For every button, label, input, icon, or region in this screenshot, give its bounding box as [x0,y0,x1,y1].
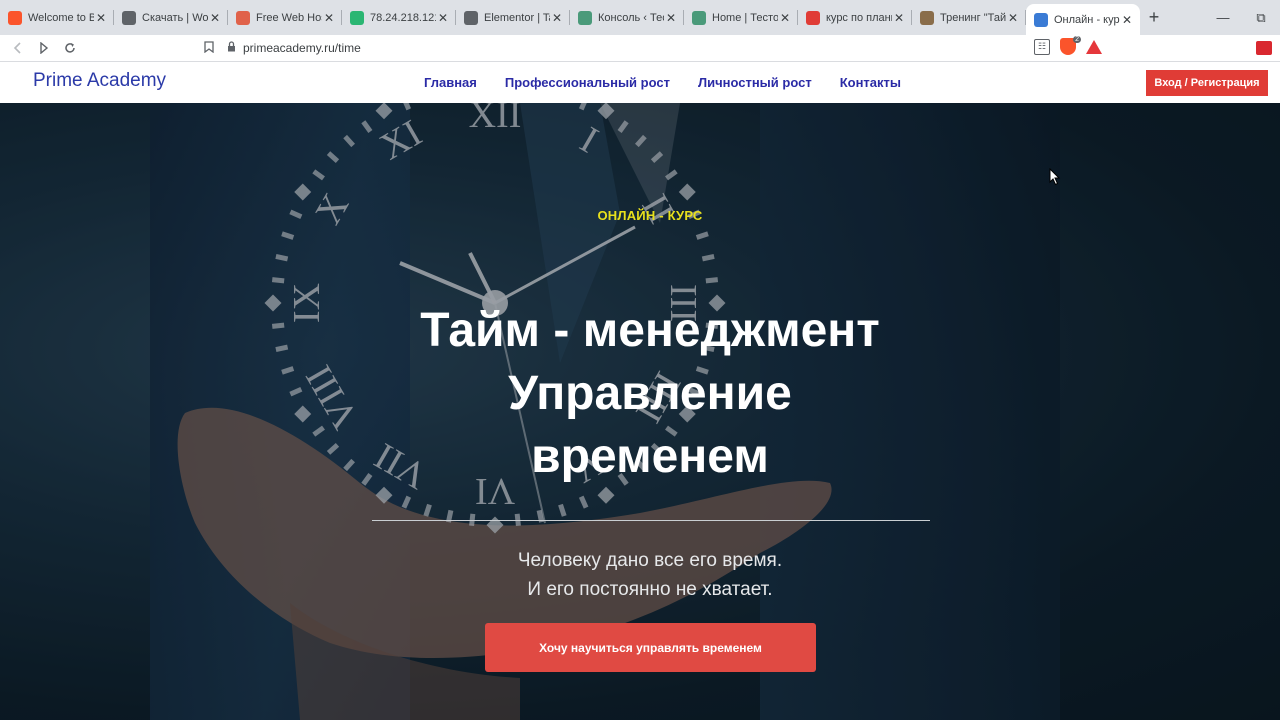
wordpress-icon [692,10,706,25]
browser-tab[interactable]: Home | Тестов ✕ [684,0,798,35]
tab-close-icon[interactable]: ✕ [550,11,564,25]
main-menu: Главная Профессиональный рост Личностный… [410,75,915,90]
reload-icon [65,43,75,53]
forward-arrow-icon [40,42,49,54]
tab-title: Free Web Host [256,11,322,24]
training-icon [920,10,934,25]
hero-headline: Тайм - менеджмент Управление временем [300,299,1000,488]
brave-icon [8,10,22,25]
browser-tab[interactable]: Онлайн - курс ✕ [1026,4,1140,35]
bookmark-icon[interactable] [199,40,219,56]
cta-button[interactable]: Хочу научиться управлять временем [485,623,816,672]
back-button[interactable] [5,36,31,60]
tab-close-icon[interactable]: ✕ [208,11,222,25]
menu-item-contacts[interactable]: Контакты [840,75,901,90]
browser-tab[interactable]: Free Web Host✕ [228,0,342,35]
wordpress-icon [578,10,592,25]
hero-section: XII I II III IIII V VI VII VIII IX X XI ОНЛАЙН - КУ… [0,103,1280,720]
subtitle-line-2: И его постоянно не хватает. [527,579,773,600]
browser-tab[interactable]: Elementor | Ta ✕ [456,0,570,35]
url-text: primeacademy.ru/time [243,41,361,55]
reload-button[interactable] [57,36,83,60]
minimize-icon[interactable]: — [1204,0,1242,35]
yandex-icon [806,10,820,25]
tab-title: Скачать | Word [142,11,208,24]
menu-item-professional[interactable]: Профессиональный рост [505,75,670,90]
tab-title: Welcome to Br [28,11,94,24]
tab-close-icon[interactable]: ✕ [664,11,678,25]
browser-tab[interactable]: Скачать | Word✕ [114,0,228,35]
translate-icon[interactable]: ☷ [1034,38,1050,55]
site-logo[interactable]: Prime Academy [33,70,166,92]
panel-icon [350,10,364,25]
browser-tab[interactable]: Welcome to Br ✕ [0,0,114,35]
tab-title: Тренинг "Тайм [940,11,1006,24]
site-icon [1034,12,1048,27]
tab-title: курс по плани [826,11,892,24]
hero-kicker: ОНЛАЙН - КУРС [597,208,703,223]
wordpress-icon [122,10,136,25]
subtitle-line-1: Человеку дано все его время. [517,550,783,571]
browser-tab-strip: Welcome to Br✕Скачать | Word✕Free Web Ho… [0,0,1280,35]
browser-tab[interactable]: 78.24.218.121:8✕ [342,0,456,35]
tab-close-icon[interactable]: ✕ [1120,13,1134,27]
tab-title: Elementor | Ta [484,11,550,24]
hosting-icon [236,10,250,25]
site-header: Prime Academy Главная Профессиональный р… [0,62,1280,103]
tab-list: Welcome to Br✕Скачать | Word✕Free Web Ho… [0,0,1140,35]
tab-close-icon[interactable]: ✕ [436,11,450,25]
extension-icon[interactable] [1256,41,1272,55]
tab-title: 78.24.218.121:8 [370,11,436,24]
tab-close-icon[interactable]: ✕ [1006,11,1020,25]
hero-divider [372,520,930,521]
login-register-button[interactable]: Вход / Регистрация [1146,70,1268,96]
mouse-cursor-icon [1049,168,1061,186]
restore-icon[interactable]: ⧉ [1242,0,1280,35]
window-controls: — ⧉ [1204,0,1280,35]
extensions-area: ☷ 2 [1034,36,1102,55]
menu-item-home[interactable]: Главная [424,75,477,90]
browser-toolbar: primeacademy.ru/time ☷ 2 [0,35,1280,62]
tab-title: Home | Тестов [712,11,778,24]
headline-line-3: временем [531,430,769,483]
back-arrow-icon [13,42,21,54]
browser-tab[interactable]: Консоль ‹ Тест✕ [570,0,684,35]
browser-tab[interactable]: Тренинг "Тайм✕ [912,0,1026,35]
lock-icon [223,41,239,55]
forward-button[interactable] [31,36,57,60]
menu-item-personal[interactable]: Личностный рост [698,75,812,90]
hero-subtitle: Человеку дано все его время. И его посто… [350,546,950,604]
tab-close-icon[interactable]: ✕ [322,11,336,25]
tab-title: Онлайн - курс [1054,13,1120,26]
tab-title: Консоль ‹ Тест [598,11,664,24]
address-bar[interactable]: primeacademy.ru/time [223,37,1103,59]
tab-close-icon[interactable]: ✕ [94,11,108,25]
browser-tab[interactable]: курс по плани ✕ [798,0,912,35]
headline-line-1: Тайм - менеджмент [420,304,880,357]
headline-line-2: Управление [508,367,792,420]
new-tab-button[interactable]: + [1140,0,1168,35]
tab-close-icon[interactable]: ✕ [892,11,906,25]
brave-rewards-icon[interactable] [1086,39,1102,54]
brave-shields-icon[interactable]: 2 [1060,36,1081,55]
tab-close-icon[interactable]: ✕ [778,11,792,25]
globe-icon [464,10,478,25]
